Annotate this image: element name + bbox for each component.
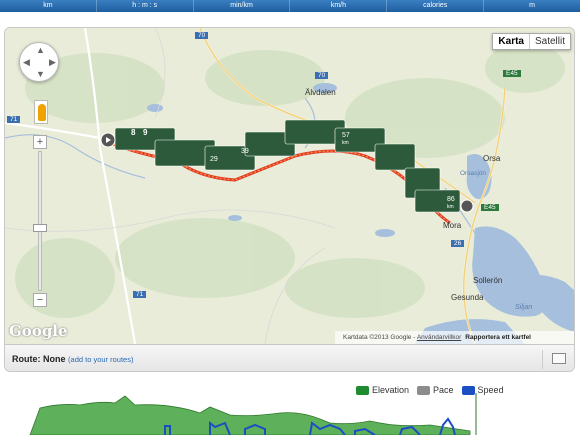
road-shield-e45: E45 — [481, 204, 499, 211]
road-shield-70: 70 — [315, 72, 329, 79]
map-panel: Älvdalen Orsa Orsasjön Mora Sollerön Ges… — [4, 27, 575, 372]
stats-header-bar: km h : m : s min/km km/h calories m — [0, 0, 580, 12]
route-km-marker-value: 86 — [447, 196, 455, 203]
place-label-siljan: Siljan — [515, 304, 533, 311]
stat-header-pace: min/km — [194, 0, 291, 12]
zoom-control: + − — [33, 135, 49, 307]
expand-map-button[interactable] — [542, 350, 572, 369]
pan-up-icon[interactable]: ▲ — [36, 46, 45, 55]
map-attribution: Kartdata ©2013 Google - Användarvillkor R… — [335, 331, 574, 344]
place-label-orsa: Orsa — [483, 154, 501, 163]
zoom-out-button[interactable]: − — [33, 293, 47, 307]
map-type-switcher: Karta Satellit — [492, 33, 571, 50]
terms-link[interactable]: Användarvillkor — [417, 334, 461, 341]
route-km-marker[interactable]: 57 km — [342, 132, 350, 146]
road-shield-26: 26 — [451, 240, 465, 247]
elevation-pace-speed-graph[interactable] — [0, 393, 580, 435]
graph-canvas — [29, 393, 477, 435]
place-label-solleron: Sollerön — [473, 276, 503, 285]
route-km-marker-value: 29 — [210, 156, 218, 163]
route-km-marker-value: 9 — [143, 128, 148, 137]
pan-down-icon[interactable]: ▼ — [36, 70, 45, 79]
route-km-marker[interactable]: 39 — [241, 148, 249, 155]
route-km-marker[interactable]: 29 — [210, 156, 218, 163]
attribution-text: Kartdata ©2013 Google - — [343, 334, 417, 341]
report-map-error-link[interactable]: Rapportera ett kartfel — [465, 334, 531, 341]
route-km-marker[interactable]: 86 km — [447, 196, 455, 210]
place-label-gesunda: Gesunda — [451, 293, 484, 302]
add-to-routes-link[interactable]: (add to your routes) — [68, 355, 133, 364]
google-logo: Google — [9, 322, 68, 340]
road-shield-e45: E45 — [503, 70, 521, 77]
route-km-marker-value: 8 — [131, 128, 136, 137]
road-shield-70: 70 — [195, 32, 209, 39]
route-km-marker-unit: km — [447, 204, 454, 210]
stat-header-distance: km — [0, 0, 97, 12]
route-km-marker[interactable]: 9 — [143, 128, 147, 137]
expand-icon — [552, 353, 566, 364]
map-type-satellit-button[interactable]: Satellit — [530, 34, 570, 49]
zoom-in-button[interactable]: + — [33, 135, 47, 149]
route-km-marker-unit: km — [342, 140, 349, 146]
route-km-marker-value: 39 — [241, 148, 249, 155]
stat-header-elevation: m — [529, 2, 535, 9]
route-label-group: Route: None (add to your routes) — [12, 354, 133, 364]
route-label: Route: — [12, 354, 41, 364]
route-bar: Route: None (add to your routes) — [5, 344, 574, 371]
map-type-karta-button[interactable]: Karta — [493, 34, 530, 49]
route-km-marker[interactable]: 8 — [131, 128, 135, 137]
street-view-pegman-icon[interactable] — [34, 100, 48, 124]
zoom-slider-thumb[interactable] — [33, 224, 47, 232]
place-label-mora: Mora — [443, 221, 462, 230]
place-label-alvdalen: Älvdalen — [305, 88, 336, 97]
route-km-marker-value: 57 — [342, 132, 350, 139]
stat-header-speed: km/h — [290, 0, 388, 12]
pan-control[interactable]: ▲ ◀ ▶ ▼ — [19, 42, 59, 82]
pan-right-icon[interactable]: ▶ — [49, 58, 56, 67]
map-canvas[interactable]: Älvdalen Orsa Orsasjön Mora Sollerön Ges… — [5, 28, 574, 344]
zoom-slider-track[interactable] — [38, 151, 42, 291]
place-label-orsasjon: Orsasjön — [460, 170, 487, 177]
stat-header-time: h : m : s — [97, 0, 194, 12]
stat-header-calories: calories — [387, 0, 485, 12]
route-value: None — [43, 354, 66, 364]
pan-left-icon[interactable]: ◀ — [23, 58, 30, 67]
road-shield-71: 71 — [7, 116, 21, 123]
road-shield-71: 71 — [133, 291, 147, 298]
map-graphic — [5, 28, 574, 344]
